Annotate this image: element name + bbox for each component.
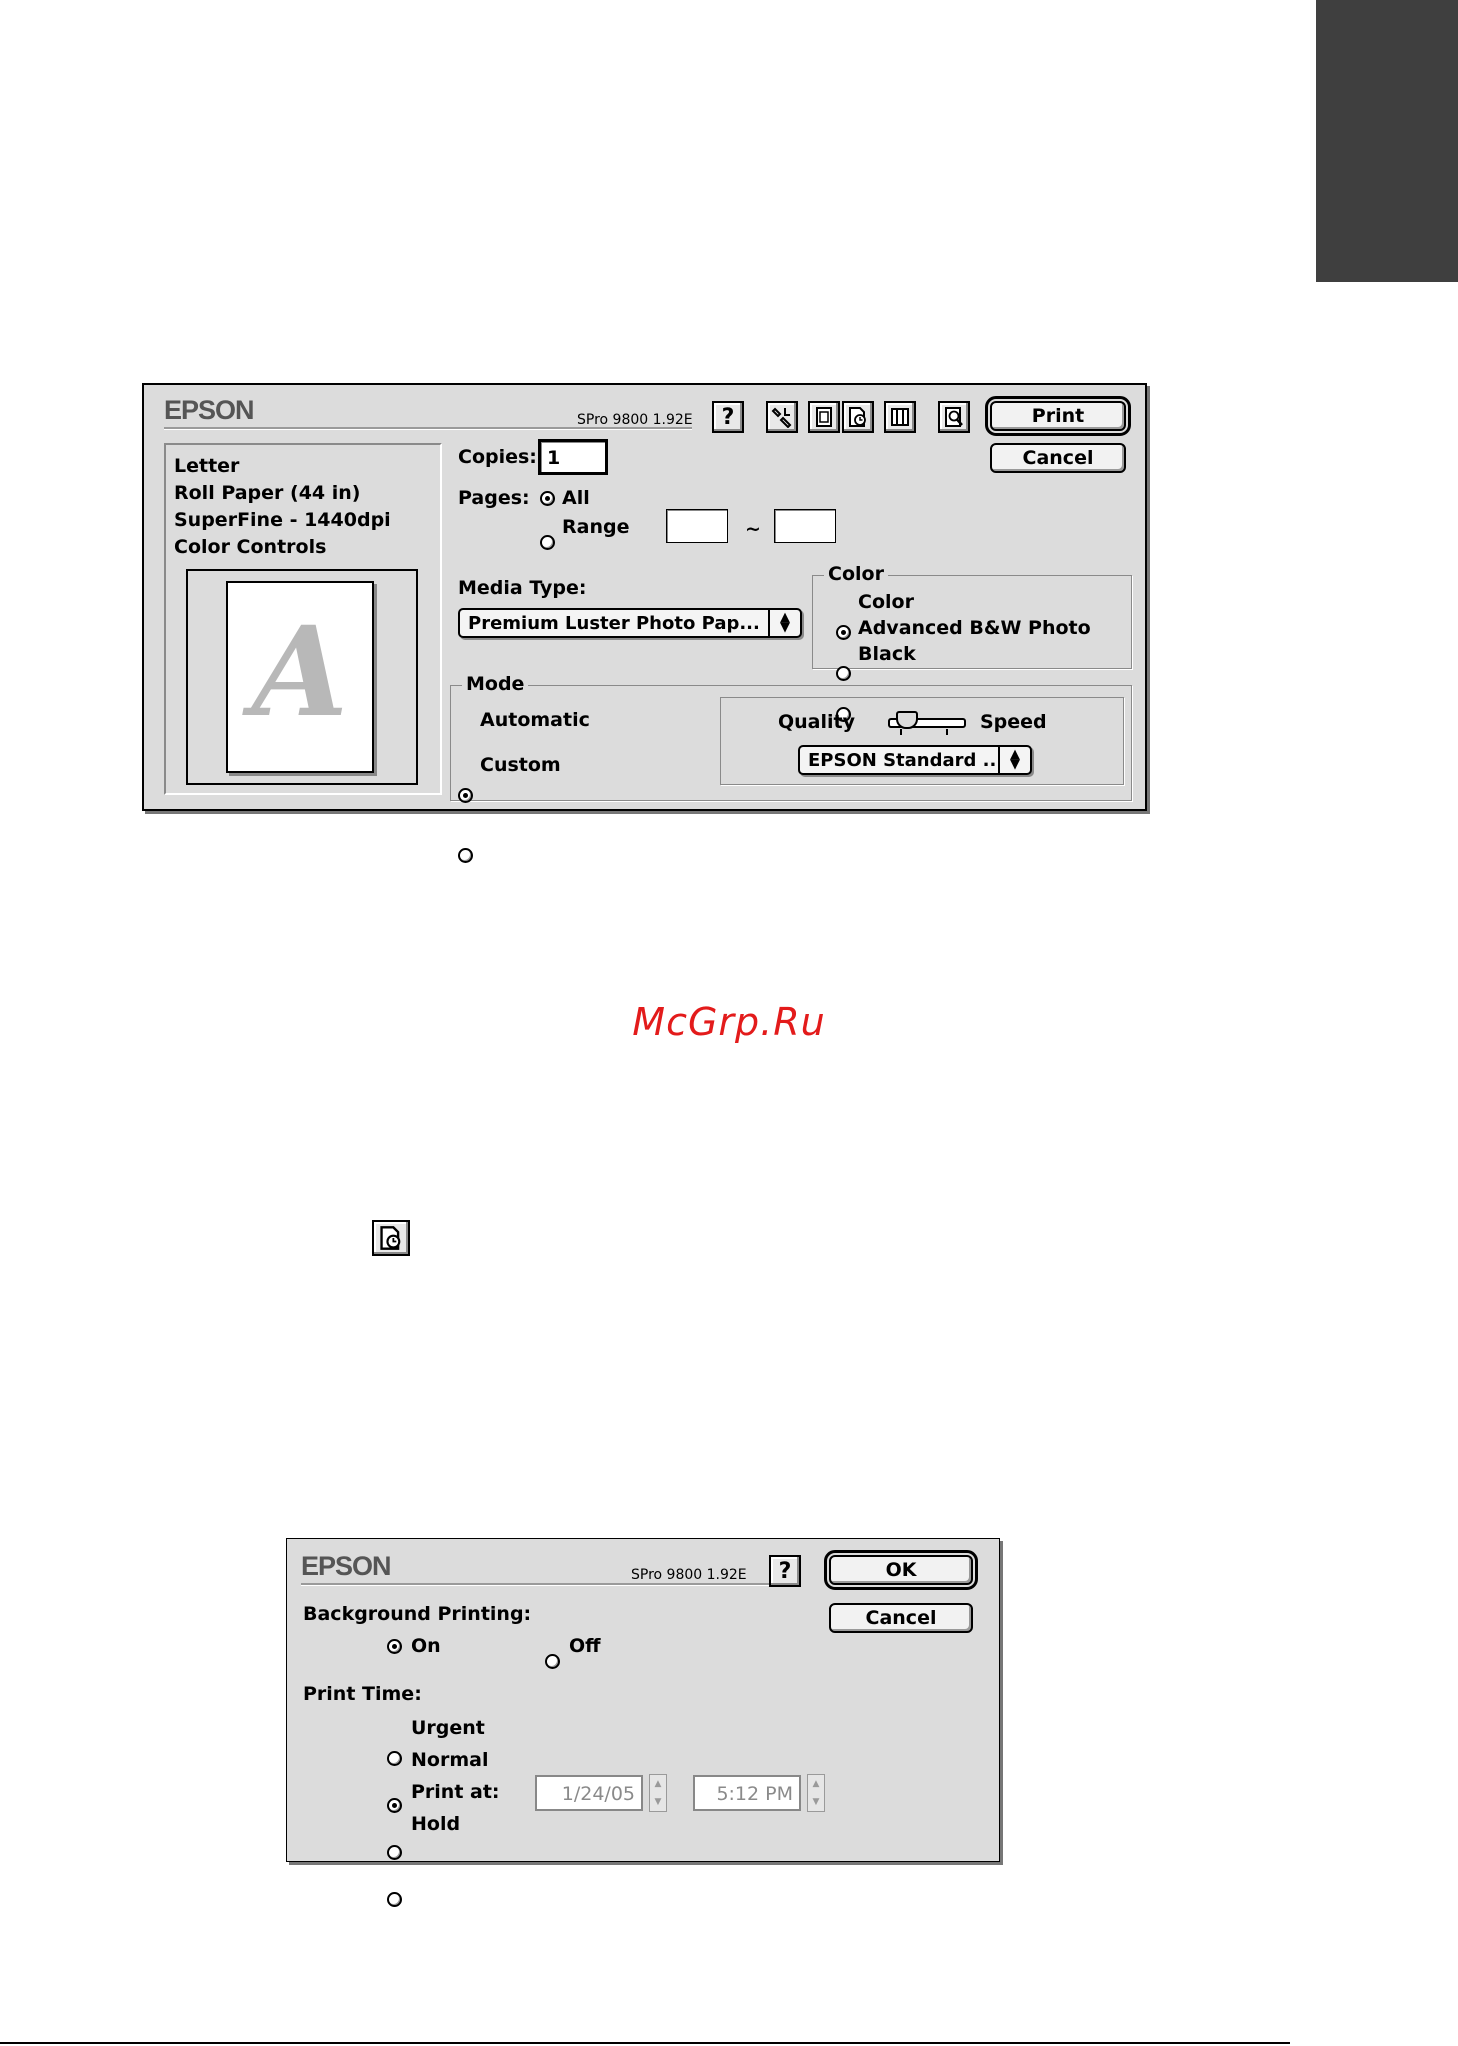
- range-to-field[interactable]: [774, 509, 836, 543]
- ok-button[interactable]: OK: [824, 1550, 978, 1590]
- background-printing-dialog: EPSON SPro 9800 1.92E ? OK Cancel Backgr…: [286, 1538, 1000, 1907]
- print-time-normal-radio[interactable]: [387, 1798, 402, 1813]
- print-at-date-field[interactable]: 1/24/05: [535, 1775, 643, 1811]
- background-printing-icon: [849, 407, 866, 427]
- print-time-option-label: Urgent: [411, 1717, 485, 1739]
- color-radio-color[interactable]: [836, 625, 851, 640]
- print-at-date-value: 1/24/05: [561, 1783, 635, 1805]
- summary-line: Roll Paper (44 in): [174, 482, 361, 504]
- copies-label: Copies:: [458, 446, 537, 468]
- print-time-option-label: Normal: [411, 1749, 489, 1771]
- mode-group-title: Mode: [462, 673, 529, 695]
- time-stepper[interactable]: ▲ ▼: [807, 1774, 825, 1812]
- mode-option-label: Custom: [480, 754, 561, 776]
- help-icon: ?: [778, 1558, 792, 1584]
- arrow-up-icon: ▲: [654, 1779, 662, 1789]
- slider-tick: [900, 729, 902, 735]
- mode-setting-value: EPSON Standard ...: [808, 749, 998, 771]
- pages-all-radio[interactable]: [540, 491, 555, 506]
- quality-speed-slider[interactable]: [888, 709, 966, 739]
- popup-arrows-icon: ▲ ▼: [998, 747, 1030, 773]
- arrow-up-icon: ▲: [812, 1779, 820, 1789]
- driver-version: SPro 9800 1.92E: [631, 1567, 747, 1583]
- preview-letter: A: [251, 600, 349, 745]
- epson-logo: EPSON: [301, 1551, 392, 1581]
- copies-value: 1: [547, 447, 561, 469]
- utility-icon: [771, 407, 792, 428]
- footer-rule: [0, 2042, 1290, 2044]
- summary-line: SuperFine - 1440dpi: [174, 509, 391, 531]
- print-time-print-at-radio[interactable]: [387, 1845, 402, 1860]
- print-time-option-label: Hold: [411, 1813, 461, 1835]
- page-preview-frame: A: [186, 569, 418, 785]
- popup-arrows-icon: ▲ ▼: [768, 610, 800, 636]
- pages-range-radio[interactable]: [540, 535, 555, 550]
- epson-logo: EPSON: [164, 395, 255, 425]
- arrow-down-icon: ▼: [654, 1797, 662, 1807]
- background-printing-icon: [380, 1226, 401, 1250]
- utility-button[interactable]: [766, 401, 798, 433]
- print-time-label: Print Time:: [303, 1683, 422, 1705]
- mode-option-label: Automatic: [480, 709, 590, 731]
- print-at-time-field[interactable]: 5:12 PM: [693, 1775, 801, 1811]
- media-type-label: Media Type:: [458, 577, 587, 599]
- watermark: McGrp.Ru: [632, 1000, 826, 1044]
- page-preview: A: [226, 581, 374, 773]
- background-printing-label: Background Printing:: [303, 1603, 532, 1625]
- roll-paper-button[interactable]: [884, 401, 916, 433]
- help-icon: ?: [721, 404, 735, 430]
- pages-all-label: All: [562, 487, 590, 509]
- slider-thumb[interactable]: [896, 711, 918, 729]
- color-option-label: Color: [858, 591, 914, 613]
- cancel-button[interactable]: Cancel: [990, 443, 1126, 473]
- speed-label: Speed: [980, 711, 1047, 733]
- bg-off-label: Off: [569, 1635, 601, 1657]
- print-time-urgent-radio[interactable]: [387, 1751, 402, 1766]
- media-type-value: Premium Luster Photo Pap...: [468, 612, 760, 634]
- bg-on-radio[interactable]: [387, 1639, 402, 1654]
- copies-field[interactable]: 1: [538, 439, 608, 475]
- bg-off-radio[interactable]: [545, 1654, 560, 1669]
- color-option-label: Advanced B&W Photo: [858, 617, 1091, 639]
- range-separator: ~: [745, 518, 761, 540]
- print-time-hold-radio[interactable]: [387, 1892, 402, 1907]
- background-printing-button[interactable]: [842, 401, 874, 433]
- date-stepper[interactable]: ▲ ▼: [649, 1774, 667, 1812]
- chapter-tab: [1316, 0, 1458, 282]
- media-type-popup[interactable]: Premium Luster Photo Pap... ▲ ▼: [458, 608, 802, 638]
- print-at-time-value: 5:12 PM: [716, 1783, 793, 1805]
- slider-tick: [946, 729, 948, 735]
- color-group-title: Color: [824, 563, 888, 585]
- pages-range-label: Range: [562, 516, 630, 538]
- mode-radio-custom[interactable]: [458, 848, 473, 863]
- range-from-field[interactable]: [666, 509, 728, 543]
- layout-icon: [816, 407, 832, 427]
- preview-icon: [945, 407, 963, 427]
- quality-label: Quality: [778, 711, 855, 733]
- print-dialog: EPSON SPro 9800 1.92E ? Print Cancel Let…: [142, 383, 1147, 863]
- summary-line: Letter: [174, 455, 240, 477]
- help-button[interactable]: ?: [712, 401, 744, 433]
- print-preview-button[interactable]: [938, 401, 970, 433]
- settings-summary-panel: Letter Roll Paper (44 in) SuperFine - 14…: [164, 443, 442, 795]
- mode-radio-automatic[interactable]: [458, 788, 473, 803]
- arrow-down-icon: ▼: [812, 1797, 820, 1807]
- layout-button[interactable]: [808, 401, 840, 433]
- header-rule: [301, 1583, 777, 1586]
- bg-on-label: On: [411, 1635, 441, 1657]
- pages-label: Pages:: [458, 487, 530, 509]
- roll-paper-icon: [891, 408, 909, 426]
- color-radio-advanced-bw[interactable]: [836, 666, 851, 681]
- print-button[interactable]: Print: [985, 396, 1131, 436]
- mode-setting-popup[interactable]: EPSON Standard ... ▲ ▼: [798, 745, 1032, 775]
- print-time-option-label: Print at:: [411, 1781, 500, 1803]
- cancel-button[interactable]: Cancel: [829, 1603, 973, 1633]
- summary-line: Color Controls: [174, 536, 327, 558]
- color-option-label: Black: [858, 643, 916, 665]
- background-printing-icon-illustration: [372, 1220, 410, 1256]
- help-button[interactable]: ?: [769, 1555, 801, 1587]
- driver-version: SPro 9800 1.92E: [577, 412, 693, 428]
